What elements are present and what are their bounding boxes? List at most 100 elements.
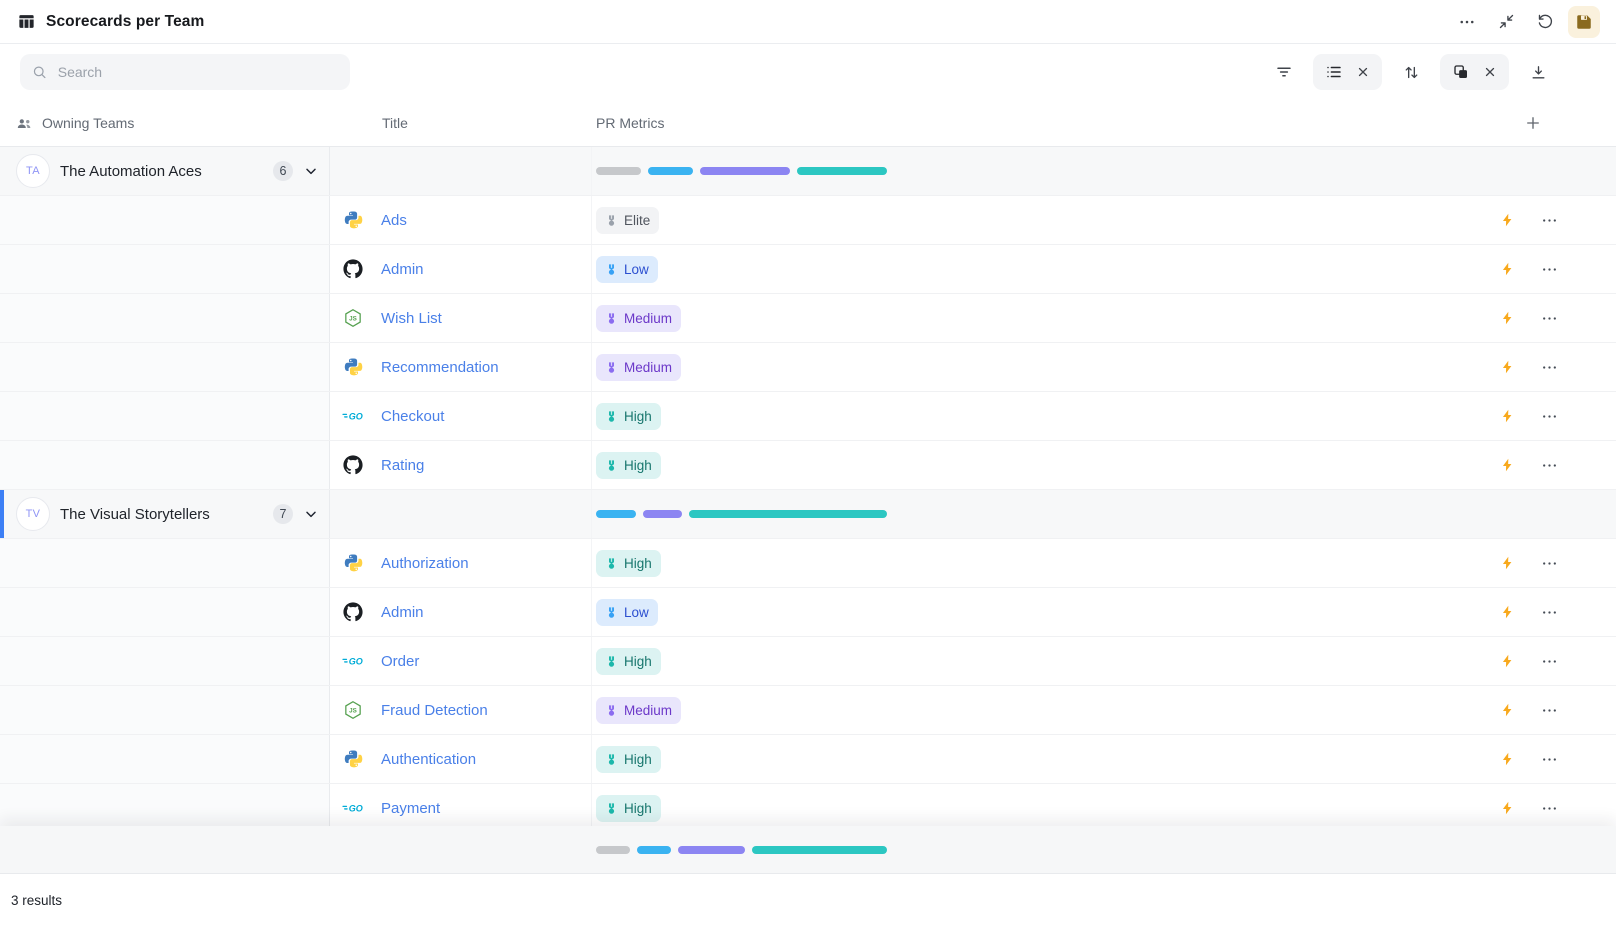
filter-button[interactable]: [1268, 56, 1300, 88]
entity-link[interactable]: Recommendation: [381, 359, 499, 376]
save-icon: [1575, 13, 1593, 31]
row-menu-button[interactable]: [1541, 751, 1558, 768]
clear-group-button[interactable]: [1483, 65, 1497, 79]
collapse-button[interactable]: [1490, 6, 1522, 38]
row-menu-button[interactable]: [1541, 457, 1558, 474]
table-row[interactable]: Admin Low: [0, 245, 1616, 294]
entity-link[interactable]: Admin: [381, 261, 424, 278]
lightning-icon[interactable]: [1500, 554, 1515, 572]
download-icon: [1530, 64, 1547, 81]
search-icon: [32, 64, 47, 80]
row-menu-button[interactable]: [1541, 359, 1558, 376]
group-row[interactable]: TAThe Automation Aces6: [0, 147, 1616, 196]
scorecard-badge: Medium: [596, 354, 681, 381]
add-property-button[interactable]: [1456, 100, 1616, 146]
group-by-control: [1440, 54, 1509, 90]
lightning-icon[interactable]: [1500, 211, 1515, 229]
table-row[interactable]: Rating High: [0, 441, 1616, 490]
row-menu-button[interactable]: [1541, 653, 1558, 670]
entity-link[interactable]: Order: [381, 653, 419, 670]
row-metrics-cell: High: [592, 441, 1456, 489]
manage-properties-button[interactable]: [1325, 63, 1343, 81]
badge-label: High: [624, 654, 652, 669]
nodejs-icon: JS: [342, 308, 364, 328]
table-row[interactable]: AdsElite: [0, 196, 1616, 245]
table-row[interactable]: Authorization High: [0, 539, 1616, 588]
row-menu-button[interactable]: [1541, 261, 1558, 278]
column-header-pr-metrics[interactable]: PR Metrics: [592, 100, 1456, 146]
page-title: Scorecards per Team: [46, 13, 204, 31]
row-actions-cell: [1456, 539, 1616, 587]
bar-segment-teal: [752, 846, 887, 854]
sort-button[interactable]: [1395, 56, 1427, 88]
row-metrics-cell: Low: [592, 245, 1456, 293]
close-icon: [1483, 65, 1497, 79]
bar-segment-blue: [648, 167, 693, 175]
go-icon: GO: [342, 800, 364, 816]
lightning-icon[interactable]: [1500, 309, 1515, 327]
group-row[interactable]: TVThe Visual Storytellers7: [0, 490, 1616, 539]
entity-link[interactable]: Authentication: [381, 751, 476, 768]
chevron-down-icon[interactable]: [303, 506, 319, 522]
row-teams-cell: [0, 343, 330, 391]
lightning-icon[interactable]: [1500, 603, 1515, 621]
entity-link[interactable]: Payment: [381, 800, 440, 817]
table-row[interactable]: JSWish ListMedium: [0, 294, 1616, 343]
lightning-icon[interactable]: [1500, 358, 1515, 376]
row-menu-button[interactable]: [1541, 702, 1558, 719]
clear-properties-button[interactable]: [1356, 65, 1370, 79]
github-icon: [342, 455, 364, 475]
row-teams-cell: [0, 588, 330, 636]
entity-link[interactable]: Admin: [381, 604, 424, 621]
svg-text:JS: JS: [349, 315, 357, 322]
row-actions-cell: [1456, 784, 1616, 832]
table-row[interactable]: Recommendation Medium: [0, 343, 1616, 392]
reset-button[interactable]: [1529, 6, 1561, 38]
collapse-icon: [1498, 13, 1515, 30]
pinned-group-row[interactable]: [0, 826, 1616, 873]
search-input[interactable]: [56, 63, 338, 81]
entity-link[interactable]: Rating: [381, 457, 424, 474]
row-menu-button[interactable]: [1541, 555, 1558, 572]
lightning-icon[interactable]: [1500, 260, 1515, 278]
row-menu-button[interactable]: [1541, 212, 1558, 229]
entity-link[interactable]: Fraud Detection: [381, 702, 488, 719]
lightning-icon[interactable]: [1500, 456, 1515, 474]
group-by-button[interactable]: [1452, 63, 1470, 81]
row-title-cell: Recommendation: [330, 343, 592, 391]
badge-label: High: [624, 458, 652, 473]
lightning-icon[interactable]: [1500, 652, 1515, 670]
chevron-down-icon[interactable]: [303, 163, 319, 179]
results-count: 3 results: [11, 893, 62, 908]
entity-link[interactable]: Checkout: [381, 408, 444, 425]
entity-link[interactable]: Wish List: [381, 310, 442, 327]
more-options-button[interactable]: [1451, 6, 1483, 38]
table-row[interactable]: AdminLow: [0, 588, 1616, 637]
lightning-icon[interactable]: [1500, 750, 1515, 768]
scorecard-badge: High: [596, 403, 661, 430]
row-menu-button[interactable]: [1541, 604, 1558, 621]
pinned-teams-cell: [0, 826, 330, 873]
row-menu-button[interactable]: [1541, 800, 1558, 817]
lightning-icon[interactable]: [1500, 701, 1515, 719]
medal-icon: [605, 655, 618, 668]
row-metrics-cell: High: [592, 539, 1456, 587]
table-row[interactable]: AuthenticationHigh: [0, 735, 1616, 784]
entity-link[interactable]: Authorization: [381, 555, 469, 572]
row-menu-button[interactable]: [1541, 310, 1558, 327]
column-header-title[interactable]: Title: [330, 100, 592, 146]
row-menu-button[interactable]: [1541, 408, 1558, 425]
search-box[interactable]: [20, 54, 350, 90]
column-header-owning-teams[interactable]: Owning Teams: [0, 100, 330, 146]
table-row[interactable]: GOOrderHigh: [0, 637, 1616, 686]
medal-icon: [605, 361, 618, 374]
table-row[interactable]: GOCheckoutHigh: [0, 392, 1616, 441]
lightning-icon[interactable]: [1500, 799, 1515, 817]
entity-link[interactable]: Ads: [381, 212, 407, 229]
save-button[interactable]: [1568, 6, 1600, 38]
scorecard-badge: High: [596, 452, 661, 479]
row-teams-cell: [0, 196, 330, 244]
lightning-icon[interactable]: [1500, 407, 1515, 425]
download-button[interactable]: [1522, 56, 1554, 88]
table-row[interactable]: JSFraud DetectionMedium: [0, 686, 1616, 735]
